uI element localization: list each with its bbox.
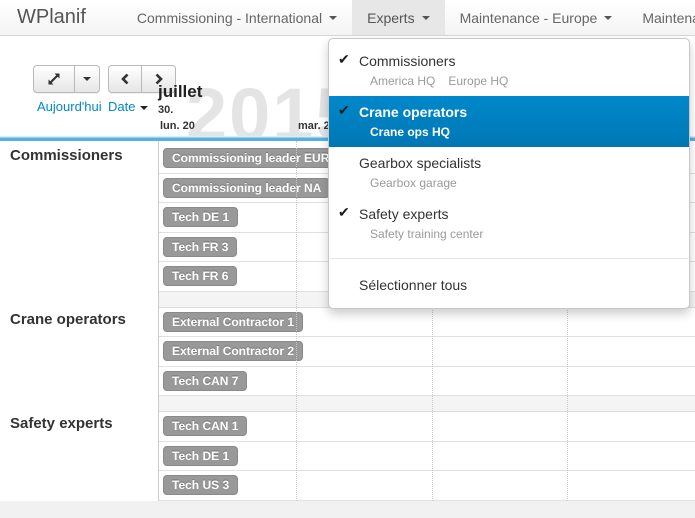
menu-item-label: Crane operators — [359, 103, 674, 122]
resource-row: Tech US 3 — [159, 471, 695, 501]
menu-sublabel-row: Gearbox garage — [359, 176, 674, 190]
resource-chip-tech-can-1[interactable]: Tech CAN 1 — [163, 416, 247, 436]
prev-button[interactable] — [108, 65, 142, 93]
select-all-menu-item[interactable]: Sélectionner tous — [329, 268, 689, 302]
resource-chip-commissioning-leader-na[interactable]: Commissioning leader NA — [163, 178, 330, 198]
day-header: lun. 20 — [160, 120, 195, 132]
grid-column-line — [296, 141, 297, 501]
diagonal-resize-icon — [47, 72, 61, 86]
menu-item-label: Commissioners — [359, 52, 674, 71]
check-icon: ✔ — [338, 204, 350, 221]
resource-chip-tech-de-1[interactable]: Tech DE 1 — [163, 446, 238, 466]
week-number: 30. — [158, 104, 173, 116]
resource-chip-commissioning-leader-eur[interactable]: Commissioning leader EUR — [163, 148, 338, 168]
chevron-left-icon — [119, 73, 131, 85]
nav-item-maintenance-europe[interactable]: Maintenance - Europe — [445, 0, 628, 35]
check-icon: ✔ — [338, 102, 350, 119]
zoom-options-button[interactable] — [75, 65, 100, 93]
resource-chip-tech-de-1[interactable]: Tech DE 1 — [163, 207, 238, 227]
date-link-label: Date — [108, 99, 135, 114]
menu-item-label: Gearbox specialists — [359, 154, 674, 173]
menu-sublabel-safety-training-center: Safety training center — [370, 227, 483, 241]
resource-chip-tech-fr-6[interactable]: Tech FR 6 — [163, 266, 237, 286]
menu-sublabel-row: Crane ops HQ — [359, 125, 674, 139]
menu-item-gearbox-specialists[interactable]: Gearbox specialists Gearbox garage — [329, 147, 689, 198]
caret-down-icon — [329, 16, 337, 20]
menu-sublabel-crane-ops-hq: Crane ops HQ — [370, 125, 450, 139]
zoom-button-group — [33, 65, 100, 93]
resource-chip-tech-fr-3[interactable]: Tech FR 3 — [163, 237, 237, 257]
caret-down-icon — [140, 106, 148, 110]
resource-chip-external-contractor-2[interactable]: External Contractor 2 — [163, 341, 303, 361]
menu-sublabel-row: Safety training center — [359, 227, 674, 241]
navbar: WPlanif Commissioning - International Exp… — [0, 0, 695, 36]
zoom-range-button[interactable] — [33, 65, 75, 93]
nav-item-label: Commissioning - International — [137, 10, 322, 26]
today-link-label: Aujourd'hui — [37, 99, 102, 114]
resource-row: External Contractor 2 — [159, 337, 695, 367]
menu-item-crane-operators[interactable]: ✔ Crane operators Crane ops HQ — [329, 96, 689, 147]
resource-row: Tech DE 1 — [159, 442, 695, 472]
check-icon: ✔ — [338, 51, 350, 68]
menu-sublabel-america-hq: America HQ — [370, 74, 435, 88]
caret-down-icon — [422, 16, 430, 20]
nav-item-commissioning-international[interactable]: Commissioning - International — [122, 0, 352, 35]
resource-row: Tech CAN 1 — [159, 412, 695, 442]
nav-item-label: Experts — [367, 10, 414, 26]
menu-item-safety-experts[interactable]: ✔ Safety experts Safety training center — [329, 198, 689, 249]
app-brand[interactable]: WPlanif — [0, 0, 106, 35]
resource-row: External Contractor 1 — [159, 308, 695, 338]
bottom-filler — [0, 501, 695, 518]
experts-dropdown-menu: ✔ Commissioners America HQ Europe HQ ✔ Crane … — [328, 38, 690, 309]
nav-item-label: Maintenance - — [642, 10, 695, 26]
menu-divider — [330, 258, 688, 259]
caret-down-icon — [83, 77, 91, 81]
resource-chip-tech-can-7[interactable]: Tech CAN 7 — [163, 371, 247, 391]
caret-down-icon — [604, 16, 612, 20]
resource-chip-tech-us-3[interactable]: Tech US 3 — [163, 475, 238, 495]
nav-item-maintenance[interactable]: Maintenance - — [627, 0, 695, 35]
menu-sublabel-row: America HQ Europe HQ — [359, 74, 674, 88]
group-label-crane-operators: Crane operators — [10, 311, 126, 328]
group-label-safety-experts: Safety experts — [10, 415, 113, 432]
menu-sublabel-europe-hq: Europe HQ — [448, 74, 508, 88]
date-link[interactable]: Date — [108, 99, 148, 114]
nav-item-experts[interactable]: Experts — [352, 0, 444, 35]
menu-sublabel-gearbox-garage: Gearbox garage — [370, 176, 457, 190]
group-label-commissioners: Commissioners — [10, 147, 123, 164]
resource-chip-external-contractor-1[interactable]: External Contractor 1 — [163, 312, 303, 332]
month-label: juillet — [158, 82, 202, 102]
nav-menu: Commissioning - International Experts Main… — [122, 0, 695, 35]
menu-item-commissioners[interactable]: ✔ Commissioners America HQ Europe HQ — [329, 45, 689, 96]
resource-row: Tech CAN 7 — [159, 367, 695, 397]
app-root: WPlanif Commissioning - International Exp… — [0, 0, 695, 518]
nav-item-label: Maintenance - Europe — [460, 10, 598, 26]
group-gap-band — [159, 396, 695, 412]
grid-left-border — [158, 141, 159, 501]
menu-item-label: Safety experts — [359, 205, 674, 224]
today-link[interactable]: Aujourd'hui — [37, 99, 102, 114]
